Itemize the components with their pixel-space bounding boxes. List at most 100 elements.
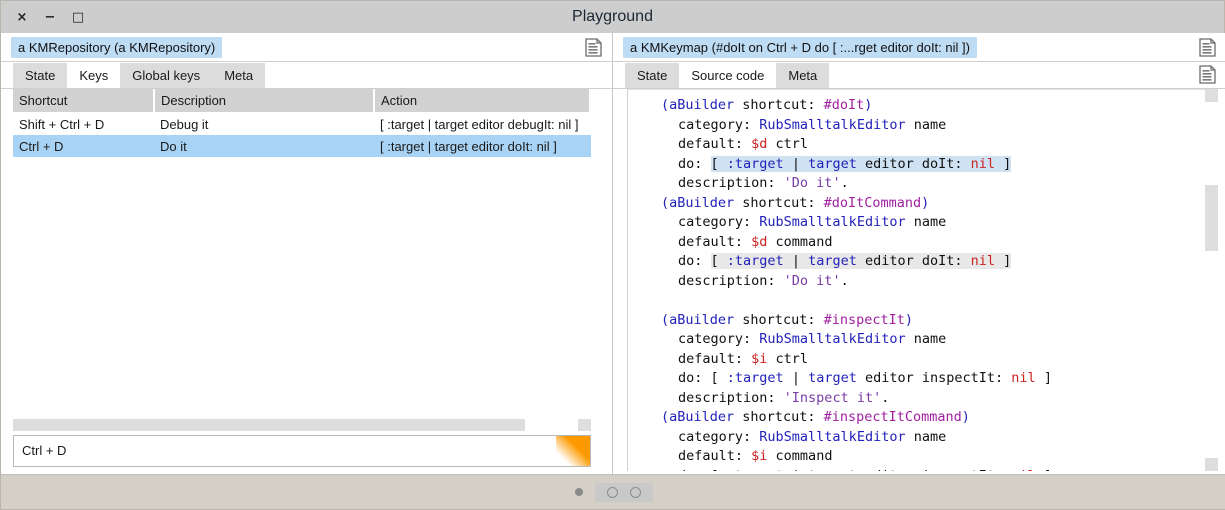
status-bar [1,474,1225,509]
column-header-category[interactable]: Category [590,89,591,113]
scrollbar-corner[interactable] [578,419,591,431]
code-token: RubSmalltalkEditor [759,214,906,230]
code-token: nil [1011,468,1035,472]
table-row[interactable]: Ctrl + D Do it [ :target | target editor… [13,135,591,157]
code-token: target [808,253,857,269]
code-token: $d [751,233,768,250]
code-line [628,291,1218,311]
table-row[interactable]: Shift + Ctrl + D Debug it [ :target | ta… [13,113,591,136]
maximize-icon[interactable]: □ [71,10,85,24]
tab-global-keys[interactable]: Global keys [120,63,213,88]
code-token: ( [661,409,670,425]
table-horizontal-scrollbar[interactable] [13,419,591,431]
right-object-title[interactable]: a KMKeymap (#doIt on Ctrl + D do [ :...r… [623,37,977,58]
code-token: description: [678,272,784,289]
code-token: . [881,389,890,406]
code-token: editor doIt: [856,253,971,269]
tab-meta[interactable]: Meta [776,63,830,88]
code-token: ( [661,311,670,328]
code-line: category: RubSmalltalkEditor name [628,213,1218,233]
scrollbar-down-button[interactable] [1205,458,1218,471]
column-header-action[interactable]: Action [374,89,591,113]
window-controls: × − □ [1,10,85,24]
cell-description: Do it [154,135,374,157]
pager-control[interactable] [594,482,653,502]
code-token: editor doIt: [856,155,971,172]
document-icon[interactable] [1199,65,1216,84]
code-line: category: RubSmalltalkEditor name [628,330,1218,350]
code-token: category: [678,428,760,445]
code-token: #doItCommand [823,194,922,211]
source-code-editor[interactable]: (aBuilder shortcut: #doIt) category: RubS… [627,89,1218,471]
keybindings-table: Shortcut Description Action Category Shi… [13,89,591,157]
code-token: ctrl [767,136,809,152]
scrollbar-thumb[interactable] [13,419,525,431]
left-object-title[interactable]: a KMRepository (a KMRepository) [11,37,223,58]
document-icon[interactable] [1199,38,1216,57]
minimize-icon[interactable]: − [43,10,57,24]
code-token: description: [678,175,784,191]
code-token: [ [710,253,727,269]
source-code-text[interactable]: (aBuilder shortcut: #doIt) category: RubS… [628,90,1218,471]
table-head: Shortcut Description Action Category [13,89,591,113]
code-token: ) [904,311,913,328]
code-token: aBuilder [669,194,735,211]
code-line: default: $d command [628,233,1218,253]
code-token: RubSmalltalkEditor [759,116,906,133]
code-line: (aBuilder shortcut: #doItCommand) [628,194,1218,214]
table-body: Shift + Ctrl + D Debug it [ :target | ta… [13,113,591,157]
left-pane-header: a KMRepository (a KMRepository) [1,33,612,62]
code-token: RubSmalltalkEditor [759,428,906,445]
code-token: :target [726,253,784,269]
pager-ring-icon[interactable] [629,486,641,498]
code-token: shortcut: [734,311,824,328]
tab-state[interactable]: State [13,63,68,88]
code-token: aBuilder [669,409,735,425]
code-token: | [783,155,809,172]
code-token: default: [678,233,752,250]
unsaved-indicator-icon [556,436,590,466]
column-header-description[interactable]: Description [154,89,375,113]
code-token: shortcut: [734,194,824,211]
cell-shortcut: Shift + Ctrl + D [19,116,105,132]
code-highlight: [ :target | target editor doIt: nil ] [710,155,1012,172]
title-bar: × − □ Playground [1,1,1224,33]
code-vertical-scrollbar[interactable] [1205,89,1218,471]
code-token: ] [995,155,1012,172]
code-token: ] [1036,468,1052,472]
code-token: ) [961,409,970,425]
code-token: shortcut: [734,409,824,425]
document-icon[interactable] [585,38,602,57]
scrollbar-up-button[interactable] [1205,89,1218,102]
pager-ring-icon[interactable] [606,486,618,498]
code-token: category: [678,214,760,230]
code-line: (aBuilder shortcut: #inspectItCommand) [628,408,1218,428]
code-token: $d [751,136,768,152]
tab-keys[interactable]: Keys [67,63,121,88]
code-token: :target [726,370,784,386]
keybindings-table-wrapper[interactable]: Shortcut Description Action Category Shi… [13,89,591,459]
close-icon[interactable]: × [15,10,29,24]
code-token: nil [970,155,996,172]
code-line: description: 'Inspect it'. [628,389,1218,409]
tab-source-code[interactable]: Source code [679,63,777,88]
cell-category: RubSmalltalkEditor [590,135,591,157]
column-header-shortcut[interactable]: Shortcut [13,89,155,113]
code-token: name [905,331,947,347]
tab-meta[interactable]: Meta [212,63,266,88]
code-token: description: [678,389,784,406]
code-line: do: [ :target | target editor doIt: nil … [628,252,1218,272]
shortcut-input[interactable]: Ctrl + D [13,435,591,467]
cell-action: [ :target | target editor debugIt: nil ] [380,116,579,132]
code-token: default: [678,136,752,152]
scrollbar-thumb[interactable] [1205,185,1218,251]
pane-container: a KMRepository (a KMRepository) State Ke… [1,33,1225,477]
code-token: target [808,370,857,386]
code-token: ( [661,97,670,113]
left-tabstrip: State Keys Global keys Meta [1,62,612,89]
code-token: name [905,116,947,133]
tab-state[interactable]: State [625,63,680,88]
cell-category: RubSmalltalkEditor [590,113,591,136]
code-line: do: [ :target | target editor doIt: nil … [628,155,1218,175]
